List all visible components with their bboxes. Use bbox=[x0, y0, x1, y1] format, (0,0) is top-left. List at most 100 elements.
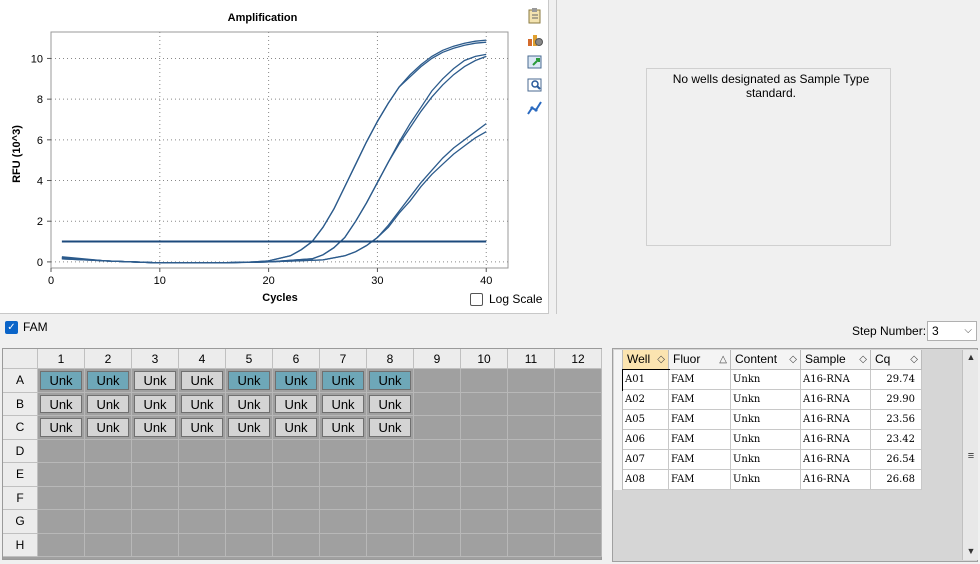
plate-well[interactable] bbox=[85, 533, 132, 557]
plate-well[interactable] bbox=[273, 486, 320, 510]
plate-well[interactable] bbox=[367, 439, 414, 463]
plate-column-header[interactable]: 2 bbox=[85, 349, 132, 369]
table-cell-fluor[interactable]: FAM bbox=[669, 390, 731, 410]
plate-well[interactable] bbox=[414, 369, 461, 393]
plate-well[interactable] bbox=[508, 486, 555, 510]
plate-well[interactable] bbox=[461, 510, 508, 534]
plate-row-header[interactable]: B bbox=[3, 392, 38, 416]
plate-well[interactable] bbox=[132, 463, 179, 487]
table-cell-sample[interactable]: A16-RNA bbox=[801, 430, 871, 450]
table-cell-well[interactable]: A07 bbox=[623, 450, 669, 470]
well-button-C3[interactable]: Unk bbox=[134, 418, 176, 437]
table-cell-well[interactable]: A05 bbox=[623, 410, 669, 430]
line-chart-icon[interactable] bbox=[526, 99, 544, 117]
plate-well[interactable] bbox=[414, 416, 461, 440]
plate-well[interactable] bbox=[320, 533, 367, 557]
plate-well[interactable] bbox=[555, 510, 602, 534]
plate-well[interactable] bbox=[226, 486, 273, 510]
plate-well[interactable] bbox=[367, 463, 414, 487]
table-cell-cq[interactable]: 29.90 bbox=[871, 390, 922, 410]
plate-well[interactable] bbox=[85, 510, 132, 534]
table-cell-fluor[interactable]: FAM bbox=[669, 370, 731, 390]
plate-well[interactable] bbox=[461, 533, 508, 557]
table-cell-well[interactable]: A08 bbox=[623, 470, 669, 490]
plate-well[interactable]: Unk bbox=[38, 416, 85, 440]
plate-well[interactable]: Unk bbox=[226, 369, 273, 393]
plate-well[interactable]: Unk bbox=[132, 369, 179, 393]
table-cell-well[interactable]: A02 bbox=[623, 390, 669, 410]
column-header-fluor[interactable]: Fluor △ bbox=[669, 350, 731, 370]
well-button-B4[interactable]: Unk bbox=[181, 394, 223, 413]
plate-well[interactable]: Unk bbox=[179, 369, 226, 393]
plate-row-header[interactable]: E bbox=[3, 463, 38, 487]
plate-well[interactable] bbox=[414, 463, 461, 487]
plate-row-header[interactable]: F bbox=[3, 486, 38, 510]
table-cell-fluor[interactable]: FAM bbox=[669, 410, 731, 430]
plate-well[interactable]: Unk bbox=[132, 416, 179, 440]
plate-well[interactable] bbox=[414, 510, 461, 534]
export-icon[interactable] bbox=[526, 53, 544, 71]
plate-well[interactable]: Unk bbox=[320, 369, 367, 393]
well-button-C7[interactable]: Unk bbox=[322, 418, 364, 437]
plate-well[interactable]: Unk bbox=[273, 416, 320, 440]
plate-well[interactable] bbox=[226, 439, 273, 463]
table-cell-content[interactable]: Unkn bbox=[731, 430, 801, 450]
table-cell-cq[interactable]: 23.42 bbox=[871, 430, 922, 450]
plate-well[interactable]: Unk bbox=[367, 369, 414, 393]
table-cell-sample[interactable]: A16-RNA bbox=[801, 370, 871, 390]
plate-well[interactable] bbox=[179, 486, 226, 510]
column-header-well[interactable]: Well ◇ bbox=[623, 350, 669, 370]
table-cell-fluor[interactable]: FAM bbox=[669, 470, 731, 490]
table-cell-sample[interactable]: A16-RNA bbox=[801, 410, 871, 430]
plate-well[interactable]: Unk bbox=[226, 392, 273, 416]
well-button-C1[interactable]: Unk bbox=[40, 418, 82, 437]
log-scale-checkbox[interactable] bbox=[470, 292, 483, 306]
well-button-A4[interactable]: Unk bbox=[181, 371, 223, 390]
plate-well[interactable] bbox=[555, 416, 602, 440]
table-cell-cq[interactable]: 26.68 bbox=[871, 470, 922, 490]
plate-well[interactable] bbox=[273, 510, 320, 534]
plate-well[interactable] bbox=[461, 463, 508, 487]
plate-well[interactable] bbox=[38, 439, 85, 463]
plate-well[interactable] bbox=[85, 439, 132, 463]
well-button-B7[interactable]: Unk bbox=[322, 394, 364, 413]
plate-well[interactable] bbox=[508, 416, 555, 440]
plate-row-header[interactable]: C bbox=[3, 416, 38, 440]
well-button-B5[interactable]: Unk bbox=[228, 394, 270, 413]
plate-column-header[interactable]: 9 bbox=[414, 349, 461, 369]
plate-well[interactable] bbox=[273, 439, 320, 463]
table-cell-sample[interactable]: A16-RNA bbox=[801, 470, 871, 490]
table-scrollbar[interactable]: ▲ ≡ ▼ bbox=[962, 350, 978, 560]
plate-row-header[interactable]: H bbox=[3, 533, 38, 557]
well-button-A6[interactable]: Unk bbox=[275, 371, 317, 390]
well-button-A2[interactable]: Unk bbox=[87, 371, 129, 390]
plate-well[interactable] bbox=[555, 486, 602, 510]
plate-well[interactable] bbox=[508, 369, 555, 393]
well-button-B8[interactable]: Unk bbox=[369, 394, 411, 413]
plate-well[interactable] bbox=[555, 463, 602, 487]
column-header-cq[interactable]: Cq ◇ bbox=[871, 350, 922, 370]
plate-column-header[interactable]: 12 bbox=[555, 349, 602, 369]
plate-well[interactable] bbox=[85, 486, 132, 510]
plate-well[interactable] bbox=[367, 486, 414, 510]
plate-well[interactable] bbox=[508, 392, 555, 416]
table-cell-sample[interactable]: A16-RNA bbox=[801, 390, 871, 410]
table-cell-cq[interactable]: 29.74 bbox=[871, 370, 922, 390]
scroll-down-icon[interactable]: ▼ bbox=[965, 546, 977, 556]
table-cell-content[interactable]: Unkn bbox=[731, 390, 801, 410]
plate-well[interactable] bbox=[414, 486, 461, 510]
table-cell-fluor[interactable]: FAM bbox=[669, 450, 731, 470]
plate-well[interactable] bbox=[320, 463, 367, 487]
scroll-up-icon[interactable]: ▲ bbox=[965, 352, 977, 362]
plate-column-header[interactable]: 6 bbox=[273, 349, 320, 369]
plate-column-header[interactable]: 3 bbox=[132, 349, 179, 369]
well-button-A5[interactable]: Unk bbox=[228, 371, 270, 390]
plate-well[interactable] bbox=[273, 463, 320, 487]
plate-well[interactable] bbox=[508, 533, 555, 557]
plate-well[interactable] bbox=[85, 463, 132, 487]
well-button-A8[interactable]: Unk bbox=[369, 371, 411, 390]
plate-well[interactable] bbox=[367, 533, 414, 557]
log-scale-toggle[interactable]: Log Scale bbox=[470, 292, 542, 306]
plate-well[interactable] bbox=[461, 392, 508, 416]
plate-well[interactable] bbox=[179, 463, 226, 487]
